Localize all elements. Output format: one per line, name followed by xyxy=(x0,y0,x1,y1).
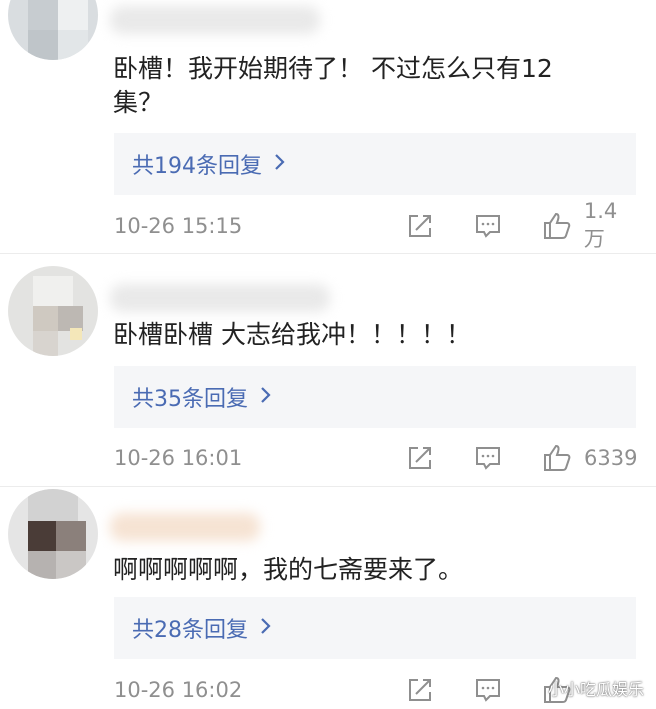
comment-icon[interactable] xyxy=(474,212,502,240)
replies-count-label: 共194条回复 xyxy=(132,154,262,179)
chevron-right-icon xyxy=(260,385,272,410)
thumbs-up-icon xyxy=(543,213,571,239)
comment-text: 卧槽！我开始期待了！ 不过怎么只有12 集？ xyxy=(113,52,613,120)
comment-text: 卧槽卧槽 大志给我冲！！！！！ xyxy=(113,320,471,349)
comment-text-line: 卧槽！我开始期待了！ 不过怎么只有12 xyxy=(113,54,553,83)
comment-text-line: 集？ xyxy=(113,88,164,117)
view-replies-button[interactable]: 共35条回复 xyxy=(114,366,636,428)
username-blurred[interactable] xyxy=(110,284,330,312)
share-icon[interactable] xyxy=(406,444,434,472)
comment-meta: 10-26 15:15 1.4万 xyxy=(114,199,638,251)
chevron-right-icon xyxy=(260,616,272,641)
comment-item: 啊啊啊啊啊，我的七斋要来了。 共28条回复 10-26 16:02 xyxy=(0,487,656,705)
like-count: 1.4万 xyxy=(583,199,618,251)
comment-meta: 10-26 16:01 6339 xyxy=(114,440,638,476)
share-icon[interactable] xyxy=(406,212,434,240)
share-icon[interactable] xyxy=(406,676,434,704)
avatar[interactable] xyxy=(8,0,98,60)
watermark: 小小吃瓜娱乐 xyxy=(548,680,645,699)
view-replies-button[interactable]: 共194条回复 xyxy=(114,133,636,195)
avatar[interactable] xyxy=(8,266,98,356)
comment-icon[interactable] xyxy=(474,444,502,472)
like-button[interactable]: 6339 xyxy=(542,443,637,473)
like-count: 6339 xyxy=(584,446,638,470)
comment-icon[interactable] xyxy=(474,676,502,704)
chevron-right-icon xyxy=(274,152,286,177)
replies-count-label: 共35条回复 xyxy=(132,387,248,412)
comment-item: 卧槽！我开始期待了！ 不过怎么只有12 集？ 共194条回复 10-26 15:… xyxy=(0,0,656,251)
username-blurred[interactable] xyxy=(110,6,320,34)
replies-count-label: 共28条回复 xyxy=(132,618,248,643)
comment-text: 啊啊啊啊啊，我的七斋要来了。 xyxy=(113,555,464,584)
like-button[interactable]: 1.4万 xyxy=(542,199,638,253)
avatar[interactable] xyxy=(8,489,98,579)
comment-item: 卧槽卧槽 大志给我冲！！！！！ 共35条回复 10-26 16:01 6339 xyxy=(0,254,656,486)
view-replies-button[interactable]: 共28条回复 xyxy=(114,597,636,659)
username-blurred[interactable] xyxy=(110,513,260,541)
thumbs-up-icon xyxy=(544,444,571,471)
